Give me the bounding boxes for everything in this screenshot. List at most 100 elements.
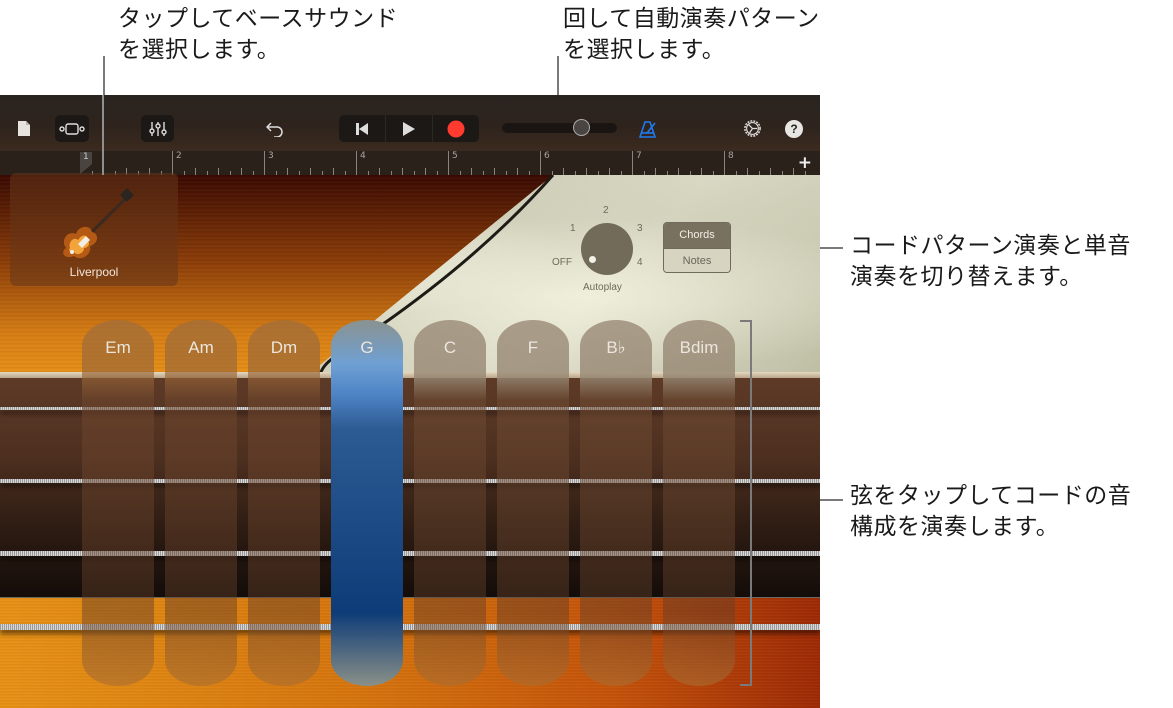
chord-label: Bdim xyxy=(679,338,719,357)
ruler-tick xyxy=(678,168,679,175)
play-icon xyxy=(403,121,415,136)
callout-overlay-line xyxy=(102,95,104,175)
instrument-name: Liverpool xyxy=(69,265,119,279)
bar-number: 4 xyxy=(360,151,366,161)
mixer-button[interactable] xyxy=(141,115,174,142)
ruler-tick xyxy=(471,168,472,175)
bar-number: 7 xyxy=(636,151,642,161)
notes-option[interactable]: Notes xyxy=(664,248,730,272)
bar-marker: 8 xyxy=(724,151,734,175)
go-to-beginning-button[interactable] xyxy=(339,115,386,142)
callout-chords-notes: コードパターン演奏と単音 演奏を切り替えます。 xyxy=(850,233,1131,290)
chord-strip-3[interactable]: G xyxy=(331,320,403,686)
ruler-tick xyxy=(379,168,380,175)
instrument-selector[interactable]: Liverpool xyxy=(10,173,178,286)
chord-label: C xyxy=(443,338,457,357)
settings-button[interactable] xyxy=(741,115,763,142)
ruler-tick xyxy=(241,168,242,175)
play-button[interactable] xyxy=(386,115,433,142)
autoplay-label-off: OFF xyxy=(552,257,572,268)
add-section-button[interactable]: + xyxy=(798,153,812,173)
ruler-tick xyxy=(563,168,564,175)
callout-strings: 弦をタップしてコードの音 構成を演奏します。 xyxy=(850,483,1132,540)
bar-number: 5 xyxy=(452,151,458,161)
chord-strip-5[interactable]: F xyxy=(497,320,569,686)
bar-marker: 5 xyxy=(448,151,458,175)
bass-guitar-icon xyxy=(63,188,134,259)
ruler-tick xyxy=(793,168,794,175)
chord-strip-2[interactable]: Dm xyxy=(248,320,320,686)
help-button[interactable]: ? xyxy=(783,115,805,142)
ruler-ticks: 2 3 4 5 6 7 8 xyxy=(80,151,806,175)
bar-number: 2 xyxy=(176,151,182,161)
ruler-tick xyxy=(310,168,311,175)
master-volume-slider[interactable] xyxy=(502,119,617,136)
chord-label: Am xyxy=(188,338,214,357)
knob-indicator xyxy=(589,256,596,263)
autoplay-label-2: 2 xyxy=(603,205,609,216)
bar-marker: 6 xyxy=(540,151,550,175)
chord-label: Em xyxy=(105,338,131,357)
chord-strip-6[interactable]: B♭ xyxy=(580,320,652,686)
chord-label: F xyxy=(527,338,539,357)
volume-slider-thumb[interactable] xyxy=(572,119,590,136)
chord-label: B♭ xyxy=(606,338,626,357)
callout-instrument: タップしてベースサウンド を選択します。 xyxy=(118,6,399,63)
bar-number: 1 xyxy=(83,152,89,162)
toolbar: ? xyxy=(0,95,820,151)
ruler-tick xyxy=(494,168,495,175)
track-view-icon xyxy=(59,122,85,135)
ruler-tick xyxy=(195,168,196,175)
bracket-bottom xyxy=(740,684,752,686)
chord-strip-7[interactable]: Bdim xyxy=(663,320,735,686)
chord-strip-1[interactable]: Am xyxy=(165,320,237,686)
help-icon: ? xyxy=(785,119,803,138)
ruler-tick xyxy=(747,168,748,175)
go-to-beginning-icon xyxy=(356,122,368,135)
ruler-tick xyxy=(701,168,702,175)
metronome-icon xyxy=(639,120,657,138)
undo-button[interactable] xyxy=(264,115,286,142)
ruler-tick xyxy=(517,168,518,175)
callout-autoplay: 回して自動演奏パターン を選択します。 xyxy=(563,6,820,63)
ruler-tick xyxy=(609,168,610,175)
chord-label: G xyxy=(360,338,374,357)
ruler-tick xyxy=(770,168,771,175)
bar-marker: 2 xyxy=(172,151,182,175)
ruler-tick xyxy=(402,168,403,175)
chord-label: Dm xyxy=(270,338,298,357)
ruler-tick xyxy=(425,168,426,175)
undo-icon xyxy=(266,121,283,137)
record-button[interactable] xyxy=(433,115,479,142)
autoplay-knob[interactable] xyxy=(581,223,633,275)
ruler-tick xyxy=(287,168,288,175)
chords-notes-toggle: Chords Notes xyxy=(663,222,731,273)
track-view-button[interactable] xyxy=(55,115,89,142)
chord-strip-4[interactable]: C xyxy=(414,320,486,686)
ruler-tick xyxy=(218,168,219,175)
ruler-tick xyxy=(586,168,587,175)
autoplay-label: Autoplay xyxy=(583,282,622,293)
autoplay-label-3: 3 xyxy=(637,223,643,234)
bar-marker: 4 xyxy=(356,151,366,175)
garageband-smart-bass: ? 2 3 4 5 6 7 8 1 + Em Am Dm G C F B♭ Bdim Liverpool xyxy=(0,95,820,708)
bar-number: 6 xyxy=(544,151,550,161)
settings-icon xyxy=(743,120,761,137)
my-songs-button[interactable] xyxy=(14,115,34,142)
ruler-tick xyxy=(655,168,656,175)
document-icon xyxy=(18,121,30,136)
bar-number: 3 xyxy=(268,151,274,161)
autoplay-label-1: 1 xyxy=(570,223,576,234)
transport-controls xyxy=(339,115,479,142)
bar-marker: 3 xyxy=(264,151,274,175)
record-icon xyxy=(447,120,465,137)
chords-option[interactable]: Chords xyxy=(664,223,730,248)
autoplay-label-4: 4 xyxy=(637,257,643,268)
callout-line-strings xyxy=(820,499,843,501)
chord-strip-0[interactable]: Em xyxy=(82,320,154,686)
bar-number: 8 xyxy=(728,151,734,161)
metronome-button[interactable] xyxy=(636,115,660,142)
timeline-ruler[interactable]: 2 3 4 5 6 7 8 1 + xyxy=(0,151,820,175)
bar-marker: 7 xyxy=(632,151,642,175)
ruler-tick xyxy=(333,168,334,175)
